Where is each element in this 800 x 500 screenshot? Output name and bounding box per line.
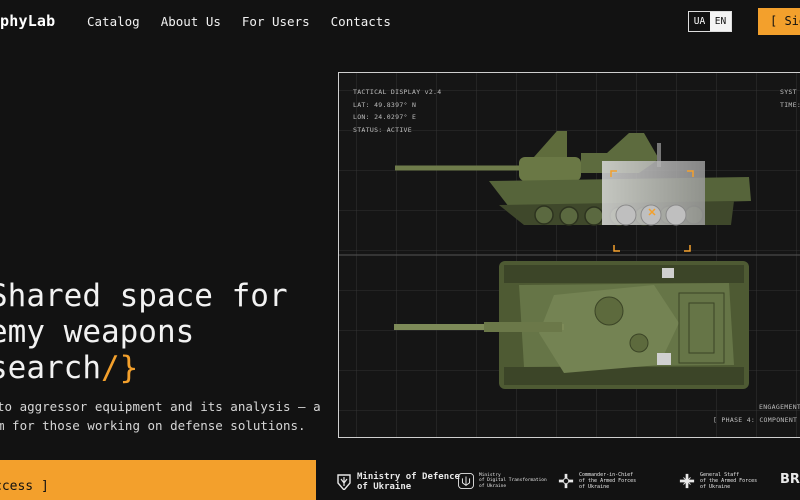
trident-shield-icon bbox=[458, 472, 474, 490]
partner-logos: Ministry of Defence of Ukraine Ministry … bbox=[336, 468, 800, 500]
mod-line-1: Ministry of Defence bbox=[357, 472, 460, 482]
lang-en-button[interactable]: EN bbox=[710, 12, 731, 31]
hud-status: STATUS: ACTIVE bbox=[353, 125, 412, 134]
hud-lon: LON: 24.0297° E bbox=[353, 113, 417, 121]
nav-catalog[interactable]: Catalog bbox=[87, 14, 140, 29]
mod-text: Ministry of Defence of Ukraine bbox=[357, 472, 460, 492]
lang-ua-button[interactable]: UA bbox=[689, 12, 710, 31]
nav-for-users[interactable]: For Users bbox=[242, 14, 310, 29]
gs-line-3: of Ukraine bbox=[700, 484, 731, 490]
mdt-line-3: of Ukraine bbox=[479, 483, 507, 489]
general-staff-cross-icon bbox=[679, 472, 695, 490]
nav-about-us[interactable]: About Us bbox=[161, 14, 221, 29]
hud-coordinates: TACTICAL DISPLAY v2.4 LAT: 49.8397° N LO… bbox=[353, 86, 441, 136]
mdt-line-1: Ministry bbox=[479, 472, 501, 478]
hero-title-line-3: search bbox=[0, 350, 101, 386]
partner-commander-in-chief[interactable]: Commander-in-Chief of the Armed Forces o… bbox=[558, 472, 636, 490]
hero-title-line-2: emy weapons bbox=[0, 314, 195, 350]
hud-title: TACTICAL DISPLAY v2.4 bbox=[353, 88, 442, 96]
cross-emblem-icon bbox=[558, 472, 574, 490]
cic-text: Commander-in-Chief of the Armed Forces o… bbox=[579, 472, 636, 490]
tactical-display: TACTICAL DISPLAY v2.4 LAT: 49.8397° N LO… bbox=[338, 72, 800, 438]
hero-title-line-1: Shared space for bbox=[0, 278, 288, 314]
mdt-text: Ministry of Digital Transformation of Uk… bbox=[479, 473, 547, 490]
hud-system-label: SYST bbox=[780, 88, 797, 96]
hud-engagement: ENGAGEMENT bbox=[759, 403, 800, 411]
access-button[interactable]: ccess ] bbox=[0, 460, 316, 500]
hero-subtitle: to aggressor equipment and its analysis … bbox=[0, 397, 321, 435]
partner-ministry-digital-transformation[interactable]: Ministry of Digital Transformation of Uk… bbox=[458, 472, 547, 490]
mod-emblem-icon bbox=[336, 473, 352, 491]
hud-phase: [ PHASE 4: COMPONENT A bbox=[713, 416, 800, 424]
brave-text: BR bbox=[780, 472, 800, 487]
hud-time-label: TIME: bbox=[780, 100, 800, 109]
hero-title: Shared space for emy weapons search/} bbox=[0, 278, 288, 386]
partner-brave[interactable]: BR bbox=[780, 472, 800, 487]
main-nav: Catalog About Us For Users Contacts bbox=[87, 14, 391, 29]
gs-text: General Staff of the Armed Forces of Ukr… bbox=[700, 472, 757, 490]
cic-line-3: of Ukraine bbox=[579, 484, 610, 490]
nav-contacts[interactable]: Contacts bbox=[331, 14, 391, 29]
language-switcher: UA EN bbox=[688, 11, 732, 32]
partner-ministry-of-defence[interactable]: Ministry of Defence of Ukraine bbox=[336, 472, 460, 492]
hud-lat: LAT: 49.8397° N bbox=[353, 100, 417, 109]
mod-line-2: of Ukraine bbox=[357, 482, 412, 492]
site-logo[interactable]: phyLab bbox=[0, 12, 55, 30]
hero-subtitle-line-1: to aggressor equipment and its analysis … bbox=[0, 399, 321, 414]
partner-general-staff[interactable]: General Staff of the Armed Forces of Ukr… bbox=[679, 472, 757, 490]
hero-subtitle-line-2: m for those working on defense solutions… bbox=[0, 418, 306, 433]
signin-button[interactable]: [ Sig bbox=[758, 8, 800, 35]
access-button-label: ccess ] bbox=[0, 479, 49, 494]
hud-system: SYST TIME: bbox=[780, 86, 800, 111]
hero-title-accent: /} bbox=[100, 350, 139, 386]
mdt-line-2: of Digital Transformation bbox=[479, 478, 547, 484]
